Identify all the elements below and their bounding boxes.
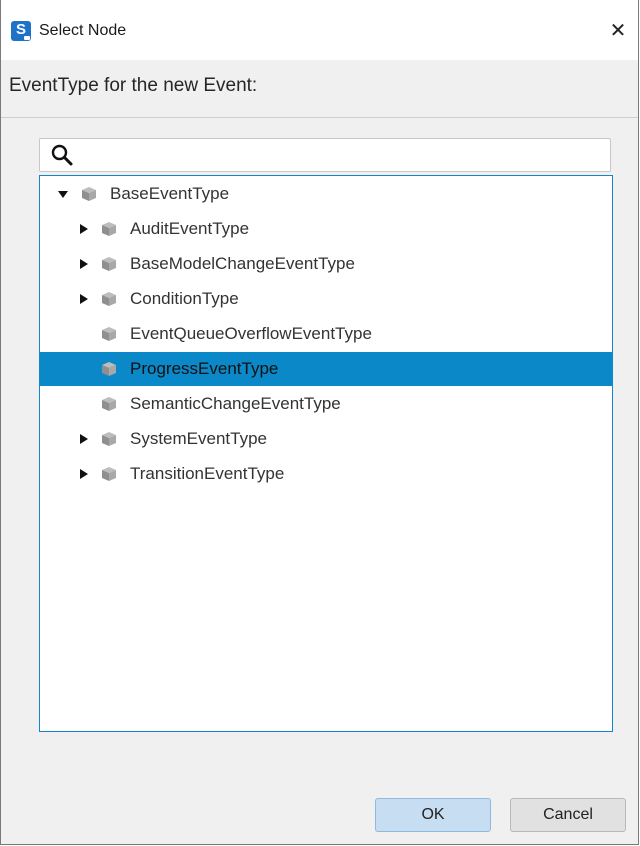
dialog-window: S Select Node ✕ EventType for the new Ev… — [0, 0, 639, 845]
object-type-icon — [102, 467, 116, 481]
tree-item[interactable]: SemanticChangeEventType — [40, 387, 612, 421]
window-title: Select Node — [39, 22, 127, 39]
expand-right-arrow-icon[interactable] — [79, 224, 89, 234]
tree-item-label: SemanticChangeEventType — [130, 394, 341, 413]
tree-item-label: BaseEventType — [110, 184, 230, 203]
tree-item[interactable]: AuditEventType — [40, 212, 612, 246]
object-type-icon — [102, 397, 116, 411]
expand-down-arrow-icon[interactable] — [58, 189, 68, 199]
object-type-icon — [102, 362, 116, 376]
ok-button[interactable]: OK — [375, 798, 491, 832]
close-button[interactable]: ✕ — [598, 14, 638, 48]
title-bar: S Select Node ✕ — [1, 0, 638, 60]
close-icon: ✕ — [609, 20, 627, 42]
tree-item[interactable]: EventQueueOverflowEventType — [40, 317, 612, 351]
tree-item-label: SystemEventType — [130, 429, 268, 448]
search-input[interactable] — [39, 138, 611, 172]
object-type-icon — [102, 432, 116, 446]
tree-item-label: AuditEventType — [130, 219, 250, 238]
node-tree[interactable]: BaseEventType AuditEventType BaseModelChan… — [39, 175, 613, 732]
tree-item-label: ProgressEventType — [130, 359, 279, 378]
expand-right-arrow-icon[interactable] — [79, 259, 89, 269]
tree-item-label: BaseModelChangeEventType — [130, 254, 355, 273]
object-type-icon — [82, 187, 96, 201]
tree-item[interactable]: ConditionType — [40, 282, 612, 316]
tree-item[interactable]: ProgressEventType — [40, 352, 612, 386]
object-type-icon — [102, 222, 116, 236]
expand-right-arrow-icon[interactable] — [79, 294, 89, 304]
cancel-button[interactable]: Cancel — [510, 798, 626, 832]
tree-item-label: ConditionType — [130, 289, 239, 308]
tree-item[interactable]: TransitionEventType — [40, 457, 612, 491]
app-logo-icon: S — [11, 21, 31, 41]
tree-item[interactable]: SystemEventType — [40, 422, 612, 456]
object-type-icon — [102, 327, 116, 341]
tree-item-label: EventQueueOverflowEventType — [130, 324, 372, 343]
dialog-prompt: EventType for the new Event: — [9, 75, 258, 96]
search-icon — [51, 144, 73, 166]
expand-right-arrow-icon[interactable] — [79, 434, 89, 444]
header-divider — [1, 117, 638, 118]
object-type-icon — [102, 257, 116, 271]
tree-item[interactable]: BaseModelChangeEventType — [40, 247, 612, 281]
tree-item-root[interactable]: BaseEventType — [40, 177, 612, 211]
tree-item-label: TransitionEventType — [130, 464, 285, 483]
object-type-icon — [102, 292, 116, 306]
dialog-header: EventType for the new Event: — [1, 60, 638, 117]
expand-right-arrow-icon[interactable] — [79, 469, 89, 479]
